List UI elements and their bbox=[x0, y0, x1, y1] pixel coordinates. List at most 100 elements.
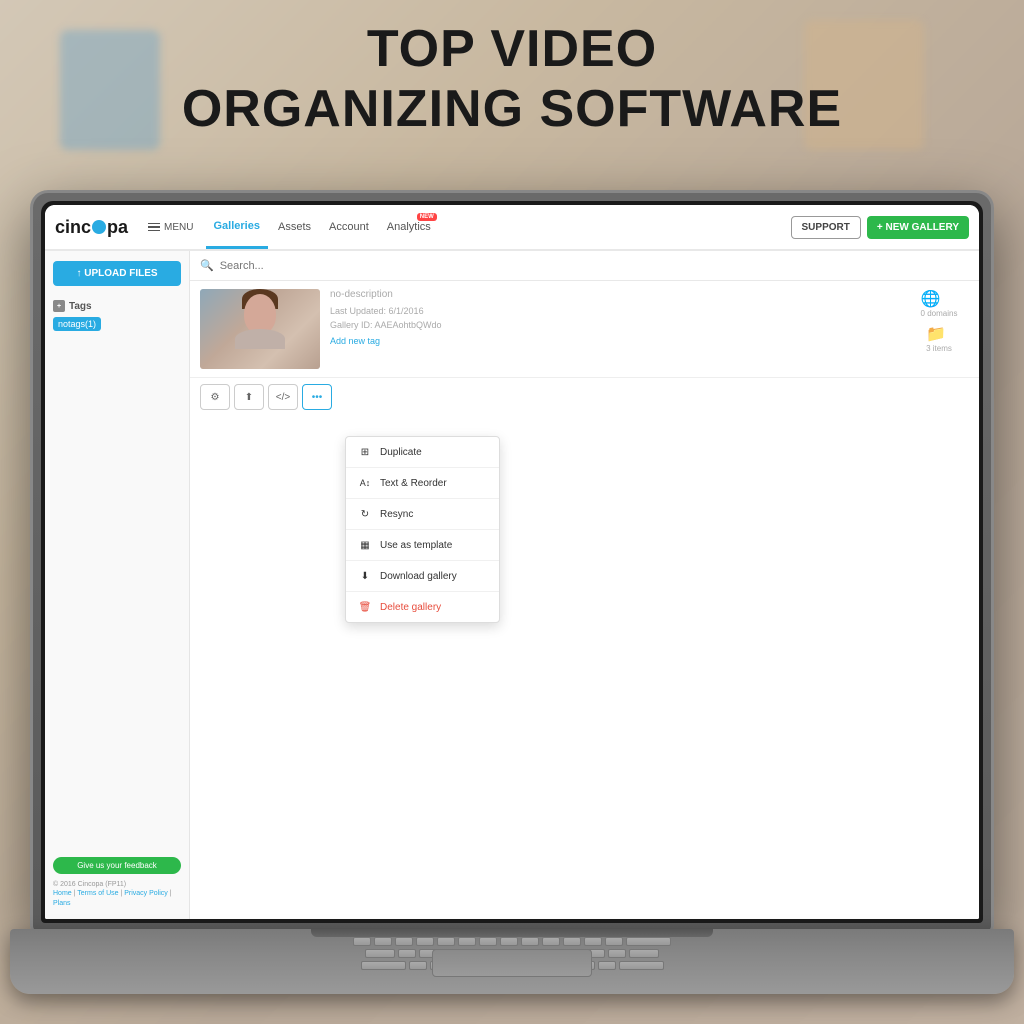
content-area: 🔍 bbox=[190, 251, 979, 919]
folder-icon: 📁 bbox=[926, 324, 952, 344]
gallery-stats: 🌐 0 domains 📁 3 items bbox=[909, 289, 969, 353]
key bbox=[479, 937, 497, 946]
search-input[interactable] bbox=[220, 260, 969, 272]
gallery-meta: Last Updated: 6/1/2016 Gallery ID: AAEAo… bbox=[330, 304, 899, 333]
trackpad[interactable] bbox=[432, 949, 592, 977]
gallery-no-description: no-description bbox=[330, 289, 899, 300]
footer-plans-link[interactable]: Plans bbox=[53, 900, 71, 907]
upload-icon: ⬆ bbox=[245, 392, 253, 403]
new-gallery-button[interactable]: + NEW GALLERY bbox=[867, 216, 969, 239]
thumbnail-image bbox=[200, 289, 320, 369]
screen-bezel: cincpa MENU bbox=[41, 201, 983, 923]
key bbox=[374, 937, 392, 946]
add-tag-link[interactable]: Add new tag bbox=[330, 336, 899, 346]
duplicate-label: Duplicate bbox=[380, 447, 422, 458]
text-reorder-label: Text & Reorder bbox=[380, 478, 447, 489]
domains-stat: 🌐 0 domains bbox=[921, 289, 958, 318]
nav-galleries[interactable]: Galleries bbox=[206, 206, 268, 249]
laptop-hinge bbox=[311, 929, 713, 937]
key bbox=[605, 937, 623, 946]
support-button[interactable]: SUPPORT bbox=[791, 216, 861, 239]
key bbox=[398, 949, 416, 958]
items-stat: 📁 3 items bbox=[926, 324, 952, 353]
gallery-item: no-description Last Updated: 6/1/2016 Ga… bbox=[190, 281, 979, 378]
nav-analytics[interactable]: Analytics NEW bbox=[379, 207, 439, 247]
nav-assets[interactable]: Assets bbox=[270, 207, 319, 247]
dropdown-menu: ⊞ Duplicate A↕ Text & Reorder ↻ bbox=[345, 436, 500, 623]
more-button[interactable]: ••• bbox=[302, 384, 332, 410]
screen-content: cincpa MENU bbox=[45, 205, 979, 919]
sidebar-footer: Give us your feedback © 2016 Cincopa (FP… bbox=[53, 849, 181, 909]
nav-links: Galleries Assets Account Analytics bbox=[206, 206, 785, 249]
top-nav: cincpa MENU bbox=[45, 205, 979, 251]
footer-privacy-link[interactable]: Privacy Policy bbox=[124, 890, 168, 897]
logo-circle bbox=[92, 220, 106, 234]
key bbox=[409, 961, 427, 970]
gear-icon: ⚙ bbox=[211, 392, 220, 403]
face-silhouette bbox=[240, 294, 280, 349]
menu-button[interactable]: MENU bbox=[142, 218, 199, 237]
laptop-wrapper: cincpa MENU bbox=[30, 190, 994, 994]
tags-label: Tags bbox=[69, 301, 92, 312]
main-layout: ↑ UPLOAD FILES + Tags notags(1) bbox=[45, 251, 979, 919]
code-button[interactable]: </> bbox=[268, 384, 298, 410]
nav-account[interactable]: Account bbox=[321, 207, 377, 247]
code-icon: </> bbox=[276, 392, 290, 403]
footer-home-link[interactable]: Home bbox=[53, 890, 72, 897]
key bbox=[598, 961, 616, 970]
logo-text-left: cinc bbox=[55, 217, 91, 238]
menu-label: MENU bbox=[164, 222, 193, 233]
key-tab bbox=[365, 949, 395, 958]
tags-section: + Tags notags(1) bbox=[53, 300, 181, 330]
gallery-last-updated: Last Updated: 6/1/2016 bbox=[330, 304, 899, 318]
more-icon: ••• bbox=[312, 392, 323, 403]
key bbox=[395, 937, 413, 946]
dropdown-resync[interactable]: ↻ Resync bbox=[346, 499, 499, 530]
dropdown-duplicate[interactable]: ⊞ Duplicate bbox=[346, 437, 499, 468]
hamburger-icon bbox=[148, 223, 160, 232]
dropdown-download[interactable]: ⬇ Download gallery bbox=[346, 561, 499, 592]
footer-terms-link[interactable]: Terms of Use bbox=[77, 890, 118, 897]
tag-icon: + bbox=[53, 300, 65, 312]
key bbox=[542, 937, 560, 946]
gallery-info: no-description Last Updated: 6/1/2016 Ga… bbox=[330, 289, 899, 346]
delete-label: Delete gallery bbox=[380, 602, 441, 613]
key bbox=[416, 937, 434, 946]
logo: cincpa bbox=[55, 217, 128, 238]
dropdown-text-reorder[interactable]: A↕ Text & Reorder bbox=[346, 468, 499, 499]
resync-label: Resync bbox=[380, 509, 413, 520]
key-enter bbox=[629, 949, 659, 958]
use-template-label: Use as template bbox=[380, 540, 452, 551]
search-icon: 🔍 bbox=[200, 259, 214, 272]
headline-section: TOP VIDEO ORGANIZING SOFTWARE bbox=[0, 20, 1024, 140]
logo-text-right: pa bbox=[107, 217, 128, 238]
gallery-id: Gallery ID: AAEAohtbQWdo bbox=[330, 318, 899, 332]
gallery-thumbnail bbox=[200, 289, 320, 369]
dropdown-use-template[interactable]: ▦ Use as template bbox=[346, 530, 499, 561]
download-label: Download gallery bbox=[380, 571, 457, 582]
key bbox=[500, 937, 518, 946]
items-label: 3 items bbox=[926, 344, 952, 353]
key-backspace bbox=[626, 937, 671, 946]
key-caps bbox=[361, 961, 406, 970]
key bbox=[437, 937, 455, 946]
dropdown-delete[interactable]: 🗑 Delete gallery bbox=[346, 592, 499, 622]
sidebar: ↑ UPLOAD FILES + Tags notags(1) bbox=[45, 251, 190, 919]
duplicate-icon: ⊞ bbox=[358, 445, 372, 459]
key-enter2 bbox=[619, 961, 664, 970]
copyright-text: © 2016 Cincopa (FP11) Home | Terms of Us… bbox=[53, 880, 181, 909]
laptop-body: cincpa MENU bbox=[30, 190, 994, 934]
key bbox=[458, 937, 476, 946]
www-icon: 🌐 bbox=[921, 289, 958, 309]
nav-analytics-badge: NEW bbox=[417, 213, 437, 221]
upload-button[interactable]: ⬆ bbox=[234, 384, 264, 410]
key bbox=[353, 937, 371, 946]
text-reorder-icon: A↕ bbox=[358, 476, 372, 490]
settings-button[interactable]: ⚙ bbox=[200, 384, 230, 410]
headline-text: TOP VIDEO ORGANIZING SOFTWARE bbox=[0, 20, 1024, 140]
feedback-button[interactable]: Give us your feedback bbox=[53, 857, 181, 874]
key bbox=[584, 937, 602, 946]
notags-badge[interactable]: notags(1) bbox=[53, 317, 101, 331]
upload-files-button[interactable]: ↑ UPLOAD FILES bbox=[53, 261, 181, 286]
app-ui: cincpa MENU bbox=[45, 205, 979, 919]
